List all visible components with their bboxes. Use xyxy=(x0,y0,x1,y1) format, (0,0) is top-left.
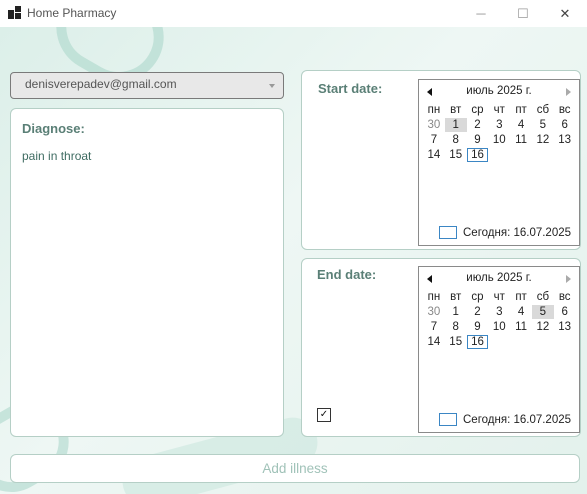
start-date-panel: Start date: июль 2025 г. пн вт ср чт пт сб вс 3… xyxy=(301,70,581,250)
calendar-day[interactable]: 10 xyxy=(488,133,510,147)
calendar-day[interactable]: 13 xyxy=(554,133,576,147)
calendar-day[interactable]: 11 xyxy=(510,133,532,147)
end-date-checkbox[interactable]: ✓ xyxy=(317,408,331,422)
calendar-day[interactable]: 30 xyxy=(423,118,445,132)
calendar-day[interactable]: 12 xyxy=(532,133,554,147)
user-email-dropdown[interactable]: denisverepadev@gmail.com xyxy=(10,72,284,99)
today-link[interactable]: Сегодня: 16.07.2025 xyxy=(439,226,571,239)
calendar-day[interactable]: 1 xyxy=(444,118,467,132)
app-icon xyxy=(8,6,21,19)
calendar-day[interactable]: 9 xyxy=(467,320,489,334)
calendar-day[interactable]: 30 xyxy=(423,305,445,319)
calendar-day[interactable]: 5 xyxy=(532,118,554,132)
calendar-day[interactable]: 10 xyxy=(488,320,510,334)
weekday-header: сб xyxy=(536,104,550,116)
add-illness-button[interactable]: Add illness xyxy=(10,454,580,483)
weekday-header: пт xyxy=(515,291,527,303)
chevron-down-icon xyxy=(269,84,275,88)
user-email-value: denisverepadev@gmail.com xyxy=(25,77,177,91)
window-client-area: denisverepadev@gmail.com Diagnose: pain … xyxy=(0,27,587,494)
weekday-header: вт xyxy=(450,104,462,116)
calendar-day[interactable]: 1 xyxy=(445,305,467,319)
calendar-day[interactable]: 9 xyxy=(467,133,489,147)
calendar-day[interactable]: 8 xyxy=(445,320,467,334)
calendar-day[interactable]: 15 xyxy=(445,335,467,349)
today-marker-icon xyxy=(439,413,457,426)
calendar-day[interactable]: 2 xyxy=(467,305,489,319)
calendar-month: июль 2025 г. xyxy=(466,85,532,97)
calendar-month: июль 2025 г. xyxy=(466,272,532,284)
title-bar: Home Pharmacy ─ ☐ ✕ xyxy=(0,0,587,27)
today-label: Сегодня: 16.07.2025 xyxy=(463,226,572,239)
weekday-header: пн xyxy=(427,291,441,303)
weekday-header: ср xyxy=(471,104,484,116)
maximize-button[interactable]: ☐ xyxy=(500,0,546,27)
calendar-day[interactable]: 14 xyxy=(423,148,445,162)
calendar-day[interactable]: 6 xyxy=(554,118,576,132)
end-date-label: End date: xyxy=(317,267,377,282)
calendar-day[interactable]: 14 xyxy=(423,335,445,349)
calendar-day[interactable]: 5 xyxy=(531,305,554,319)
window-title: Home Pharmacy xyxy=(27,6,117,20)
weekday-header: пт xyxy=(515,104,527,116)
calendar-day[interactable]: 16 xyxy=(466,148,489,162)
calendar-day[interactable]: 12 xyxy=(532,320,554,334)
weekday-header: сб xyxy=(536,291,550,303)
today-link[interactable]: Сегодня: 16.07.2025 xyxy=(439,413,571,426)
calendar-day[interactable]: 3 xyxy=(488,305,510,319)
end-date-calendar[interactable]: июль 2025 г. пн вт ср чт пт сб вс 30 1 2 3 4 5 6 7 8 9 10… xyxy=(418,266,580,433)
calendar-day[interactable]: 11 xyxy=(510,320,532,334)
end-date-panel: End date: июль 2025 г. пн вт ср чт пт сб вс 30 1… xyxy=(301,258,581,437)
diagnose-label: Diagnose: xyxy=(22,121,85,136)
calendar-grid: пн вт ср чт пт сб вс 30 1 2 3 4 5 6 7 8 9 10 11 12 13 14 15 16 xyxy=(423,290,576,350)
close-button[interactable]: ✕ xyxy=(542,0,587,27)
calendar-day[interactable]: 7 xyxy=(423,320,445,334)
weekday-header: вс xyxy=(558,104,571,116)
next-month-icon[interactable] xyxy=(566,88,571,96)
weekday-header: вт xyxy=(450,291,462,303)
today-marker-icon xyxy=(439,226,457,239)
diagnose-text[interactable]: pain in throat xyxy=(22,149,91,163)
calendar-day[interactable]: 7 xyxy=(423,133,445,147)
calendar-day[interactable]: 3 xyxy=(488,118,510,132)
calendar-day[interactable]: 6 xyxy=(554,305,576,319)
calendar-day[interactable]: 16 xyxy=(466,335,489,349)
today-label: Сегодня: 16.07.2025 xyxy=(463,413,572,426)
weekday-header: пн xyxy=(427,104,441,116)
calendar-day[interactable]: 15 xyxy=(445,148,467,162)
calendar-day[interactable]: 8 xyxy=(445,133,467,147)
weekday-header: ср xyxy=(471,291,484,303)
start-date-label: Start date: xyxy=(318,81,383,96)
calendar-day[interactable]: 13 xyxy=(554,320,576,334)
diagnose-panel: Diagnose: pain in throat xyxy=(10,108,284,437)
calendar-day[interactable]: 4 xyxy=(510,305,532,319)
calendar-day[interactable]: 2 xyxy=(467,118,489,132)
weekday-header: вс xyxy=(558,291,571,303)
weekday-header: чт xyxy=(493,291,505,303)
calendar-grid: пн вт ср чт пт сб вс 30 1 2 3 4 5 6 7 8 9 10 11 12 13 14 15 16 xyxy=(423,103,576,163)
weekday-header: чт xyxy=(493,104,505,116)
start-date-calendar[interactable]: июль 2025 г. пн вт ср чт пт сб вс 30 1 2 3 4 5 6 7 8 9 10… xyxy=(418,79,580,246)
calendar-day[interactable]: 4 xyxy=(510,118,532,132)
next-month-icon[interactable] xyxy=(566,275,571,283)
minimize-button[interactable]: ─ xyxy=(458,0,504,27)
